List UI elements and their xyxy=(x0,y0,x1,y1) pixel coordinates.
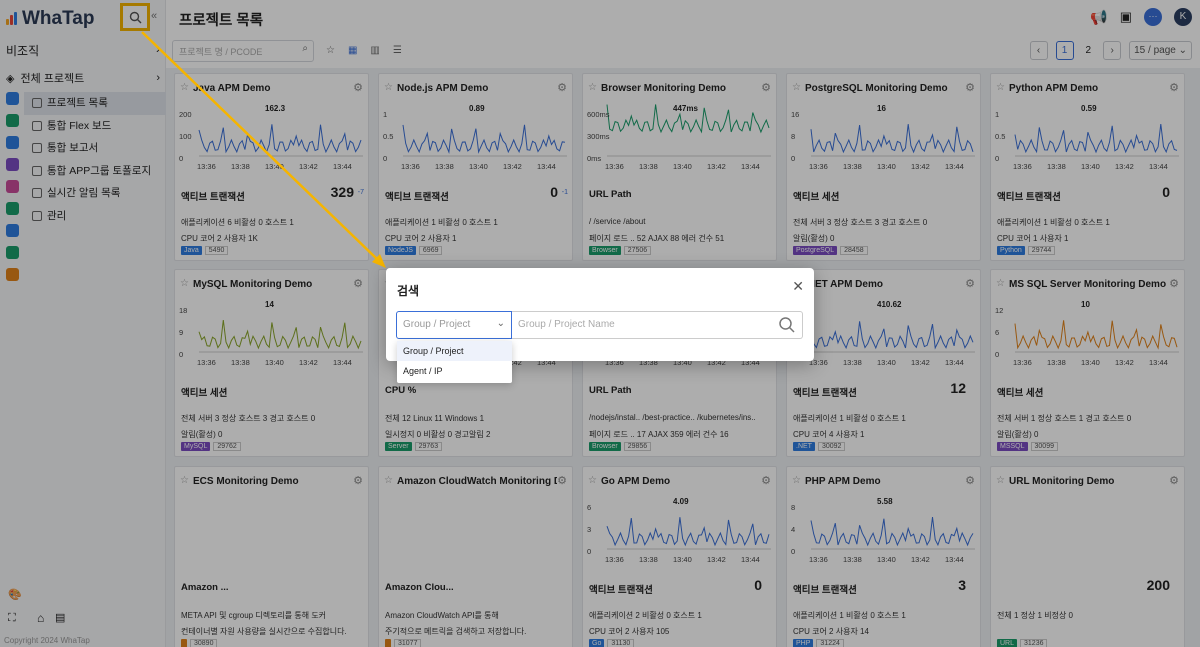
search-type-dropdown: Group / Project Agent / IP xyxy=(397,341,512,383)
chevron-down-icon: ⌄ xyxy=(496,318,505,329)
option-group-project[interactable]: Group / Project xyxy=(397,341,512,361)
app-root: WhaTap « 비조직› ◈전체 프로젝트› 프로젝트 목록 통합 Flex … xyxy=(0,0,1200,647)
modal-title: 검색 xyxy=(397,284,420,298)
close-icon[interactable]: ✕ xyxy=(792,278,804,295)
select-value: Group / Project xyxy=(403,319,471,330)
search-icon[interactable] xyxy=(778,316,796,334)
search-type-select[interactable]: Group / Project ⌄ xyxy=(396,311,512,339)
option-agent-ip[interactable]: Agent / IP xyxy=(397,361,512,381)
search-input[interactable]: Group / Project Name xyxy=(512,311,803,339)
search-input-placeholder: Group / Project Name xyxy=(518,319,615,330)
